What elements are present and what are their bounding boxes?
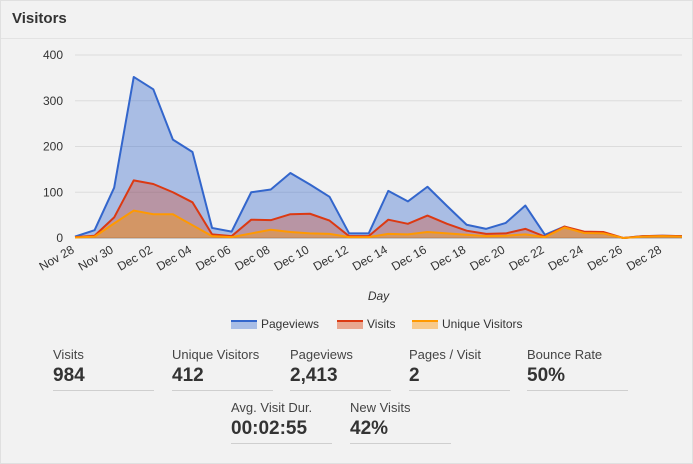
stat-label: Bounce Rate xyxy=(527,347,603,362)
stat-rule xyxy=(172,390,273,391)
x-tick-label: Dec 04 xyxy=(154,242,194,273)
stat-pages-per-visit: Pages / Visit 2 xyxy=(409,347,510,391)
stat-rule xyxy=(231,443,332,444)
legend-label-visits: Visits xyxy=(367,317,396,331)
stat-label: Pages / Visit xyxy=(409,347,482,362)
stat-rule xyxy=(350,443,451,444)
legend-swatch-unique-visitors xyxy=(412,319,438,329)
stat-rule xyxy=(527,390,628,391)
x-tick-label: Dec 02 xyxy=(115,242,155,273)
stat-label: New Visits xyxy=(350,400,411,415)
y-tick-label: 100 xyxy=(43,185,63,199)
stat-value: 2 xyxy=(409,365,420,386)
stat-new-visits: New Visits 42% xyxy=(350,400,451,444)
x-tick-label: Dec 16 xyxy=(389,242,429,273)
legend-swatch-pageviews xyxy=(231,319,257,329)
stat-value: 50% xyxy=(527,365,566,386)
stat-value: 984 xyxy=(53,365,85,386)
x-tick-label: Nov 28 xyxy=(37,242,77,273)
stat-label: Visits xyxy=(53,347,84,362)
stat-label: Pageviews xyxy=(290,347,353,362)
stat-value: 00:02:55 xyxy=(231,418,308,439)
x-tick-label: Dec 14 xyxy=(350,242,390,273)
legend-label-pageviews: Pageviews xyxy=(261,317,320,331)
legend-label-unique-visitors: Unique Visitors xyxy=(442,317,523,331)
stat-label: Avg. Visit Dur. xyxy=(231,400,313,415)
stat-value: 2,413 xyxy=(290,365,338,386)
chart-legend: Pageviews Visits Unique Visitors xyxy=(1,317,693,333)
stat-label: Unique Visitors xyxy=(172,347,260,362)
stat-visits: Visits 984 xyxy=(53,347,154,391)
stat-bounce-rate: Bounce Rate 50% xyxy=(527,347,628,391)
stat-rule xyxy=(409,390,510,391)
x-tick-label: Dec 06 xyxy=(193,242,233,273)
y-tick-label: 400 xyxy=(43,48,63,62)
x-tick-label: Dec 08 xyxy=(232,242,272,273)
x-tick-label: Dec 28 xyxy=(624,242,664,273)
x-tick-label: Dec 20 xyxy=(467,242,507,273)
y-tick-label: 0 xyxy=(56,231,63,245)
legend-swatch-visits xyxy=(337,319,363,329)
x-axis-title: Day xyxy=(368,289,390,303)
stat-rule xyxy=(53,390,154,391)
stat-rule xyxy=(290,390,391,391)
stat-value: 42% xyxy=(350,418,389,439)
legend-item-unique-visitors[interactable]: Unique Visitors xyxy=(412,317,522,331)
x-tick-label: Dec 12 xyxy=(311,242,351,273)
x-tick-label: Dec 18 xyxy=(428,242,468,273)
x-tick-label: Dec 24 xyxy=(546,242,586,273)
visitors-chart: 0100200300400Nov 28 Nov 30 Dec 02 Dec 04 Dec… xyxy=(37,48,683,303)
panel-header: Visitors xyxy=(1,1,692,39)
stat-unique-visitors: Unique Visitors 412 xyxy=(172,347,273,391)
y-tick-label: 200 xyxy=(43,140,63,154)
legend-item-pageviews[interactable]: Pageviews xyxy=(231,317,319,331)
x-tick-label: Dec 10 xyxy=(272,242,312,273)
stat-avg-visit-duration: Avg. Visit Dur. 00:02:55 xyxy=(231,400,332,444)
panel-title: Visitors xyxy=(12,10,67,27)
legend-item-visits[interactable]: Visits xyxy=(337,317,395,331)
stat-pageviews: Pageviews 2,413 xyxy=(290,347,391,391)
x-tick-label: Nov 30 xyxy=(76,242,116,273)
stat-value: 412 xyxy=(172,365,204,386)
x-tick-label: Dec 26 xyxy=(585,242,625,273)
visitors-panel: Visitors 0 100 200 300 400 Nov 28 Nov 30 Dec 02… xyxy=(0,0,693,464)
x-tick-label: Dec 22 xyxy=(506,242,546,273)
y-tick-label: 300 xyxy=(43,94,63,108)
